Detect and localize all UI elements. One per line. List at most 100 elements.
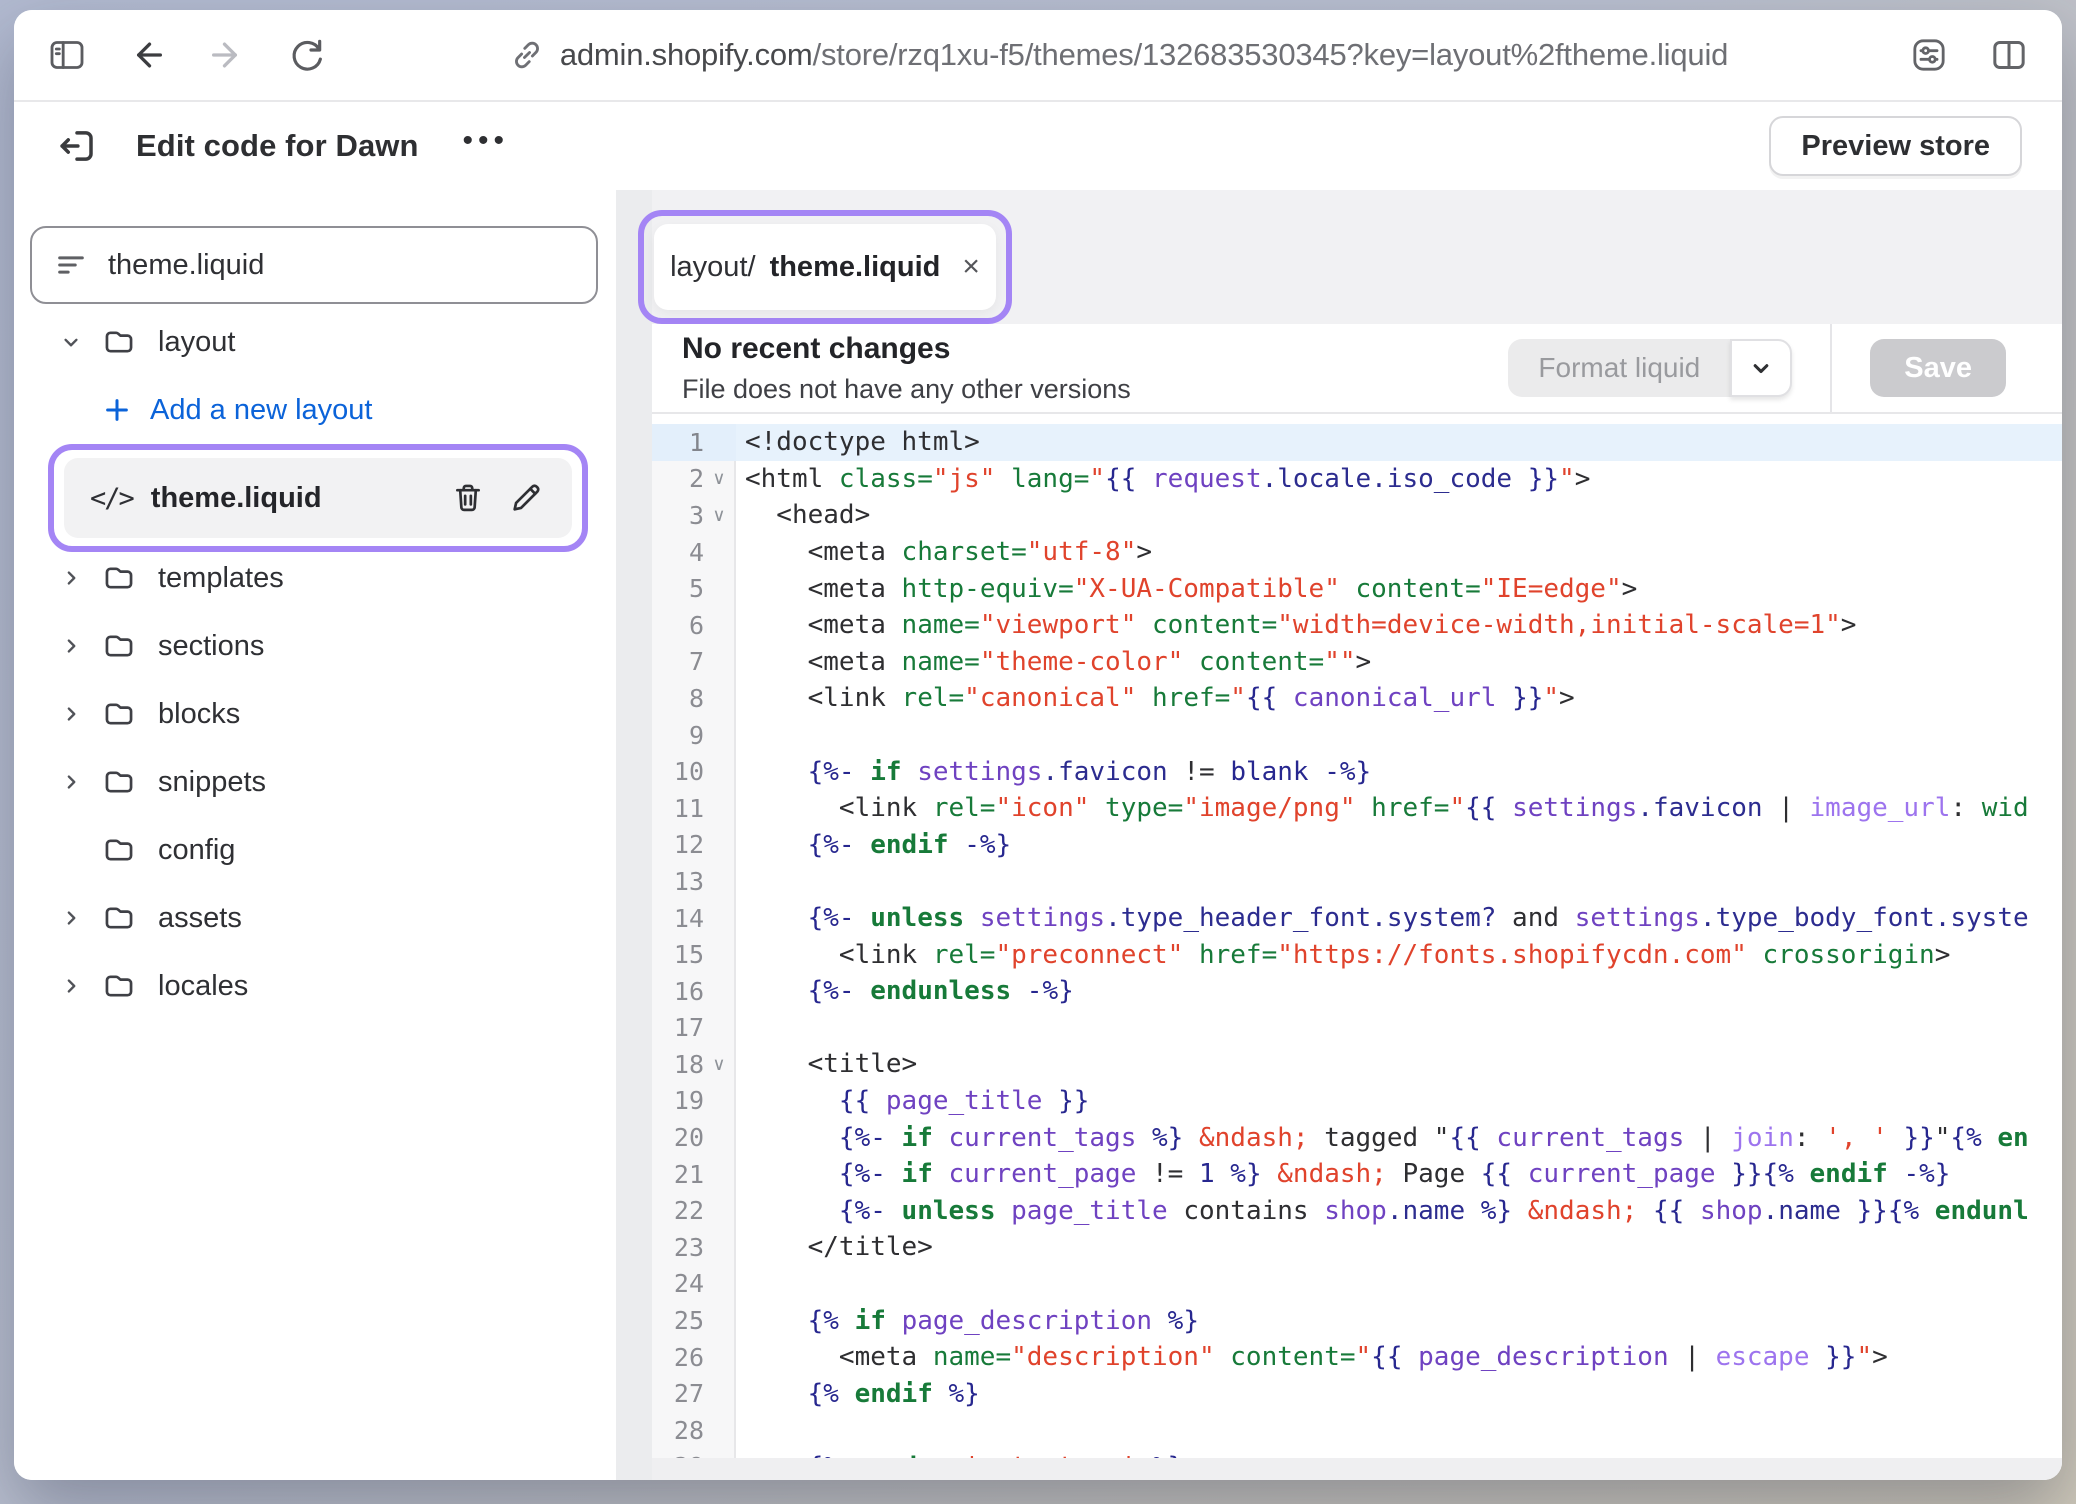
code-line[interactable]: 25 {% if page_description %} bbox=[652, 1302, 2062, 1339]
delete-file-icon[interactable] bbox=[448, 478, 488, 518]
code-line-text[interactable]: <!doctype html> bbox=[736, 424, 2062, 461]
code-line[interactable]: 9 bbox=[652, 717, 2062, 754]
tree-folder-locales[interactable]: locales bbox=[14, 952, 616, 1020]
code-line[interactable]: 20 {%- if current_tags %} &ndash; tagged… bbox=[652, 1119, 2062, 1156]
chevron-right-icon[interactable] bbox=[58, 769, 102, 795]
code-line-text[interactable]: {%- if current_tags %} &ndash; tagged "{… bbox=[736, 1119, 2062, 1156]
code-line[interactable]: 24 bbox=[652, 1266, 2062, 1303]
tree-folder-config[interactable]: config bbox=[14, 816, 616, 884]
tree-folder-layout[interactable]: layout bbox=[14, 308, 616, 376]
code-line-text[interactable]: {{ page_title }} bbox=[736, 1083, 2062, 1120]
address-bar[interactable]: admin.shopify.com/store/rzq1xu-f5/themes… bbox=[330, 36, 1906, 74]
code-line-text[interactable]: {%- endif -%} bbox=[736, 827, 2062, 864]
code-line-text[interactable]: <meta http-equiv="X-UA-Compatible" conte… bbox=[736, 570, 2062, 607]
code-line-text[interactable] bbox=[736, 717, 2062, 754]
code-line-text[interactable]: {% endif %} bbox=[736, 1375, 2062, 1412]
tab-theme-liquid[interactable]: layout/theme.liquid × bbox=[654, 224, 996, 310]
code-line[interactable]: 3∨ <head> bbox=[652, 497, 2062, 534]
save-button[interactable]: Save bbox=[1870, 339, 2006, 397]
code-line[interactable]: 29 {% render 'meta-tags' %} bbox=[652, 1449, 2062, 1458]
chevron-right-icon[interactable] bbox=[58, 701, 102, 727]
code-line[interactable]: 19 {{ page_title }} bbox=[652, 1083, 2062, 1120]
code-line-text[interactable] bbox=[736, 1412, 2062, 1449]
tree-folder-blocks[interactable]: blocks bbox=[14, 680, 616, 748]
code-line[interactable]: 5 <meta http-equiv="X-UA-Compatible" con… bbox=[652, 570, 2062, 607]
chevron-right-icon[interactable] bbox=[58, 565, 102, 591]
fold-chevron-icon[interactable]: ∨ bbox=[704, 468, 734, 489]
code-line[interactable]: 21 {%- if current_page != 1 %} &ndash; P… bbox=[652, 1156, 2062, 1193]
chevron-right-icon[interactable] bbox=[58, 905, 102, 931]
format-liquid-dropdown[interactable] bbox=[1730, 339, 1792, 397]
code-line[interactable]: 28 bbox=[652, 1412, 2062, 1449]
code-line-text[interactable]: </title> bbox=[736, 1229, 2062, 1266]
tree-folder-snippets[interactable]: snippets bbox=[14, 748, 616, 816]
chevron-down-icon[interactable] bbox=[58, 329, 102, 355]
code-line-text[interactable]: {%- unless page_title contains shop.name… bbox=[736, 1192, 2062, 1229]
preview-store-button[interactable]: Preview store bbox=[1769, 116, 2022, 176]
code-line-text[interactable]: <meta charset="utf-8"> bbox=[736, 534, 2062, 571]
tree-folder-templates[interactable]: templates bbox=[14, 544, 616, 612]
back-icon[interactable] bbox=[124, 32, 170, 78]
more-menu-icon[interactable]: ••• bbox=[463, 126, 510, 166]
link-icon bbox=[508, 36, 546, 74]
forward-icon[interactable] bbox=[204, 32, 250, 78]
code-line[interactable]: 17 bbox=[652, 1010, 2062, 1047]
code-line-text[interactable]: {%- endunless -%} bbox=[736, 973, 2062, 1010]
tree-label: locales bbox=[158, 970, 248, 1003]
code-line-text[interactable] bbox=[736, 863, 2062, 900]
code-line[interactable]: 10 {%- if settings.favicon != blank -%} bbox=[652, 753, 2062, 790]
code-line-text[interactable]: {%- if settings.favicon != blank -%} bbox=[736, 753, 2062, 790]
tree-folder-assets[interactable]: assets bbox=[14, 884, 616, 952]
code-line-text[interactable]: {% render 'meta-tags' %} bbox=[736, 1449, 2062, 1458]
code-line[interactable]: 13 bbox=[652, 863, 2062, 900]
tree-folder-sections[interactable]: sections bbox=[14, 612, 616, 680]
code-line[interactable]: 16 {%- endunless -%} bbox=[652, 973, 2062, 1010]
code-line[interactable]: 22 {%- unless page_title contains shop.n… bbox=[652, 1192, 2062, 1229]
code-line-text[interactable]: {%- unless settings.type_header_font.sys… bbox=[736, 900, 2062, 937]
chevron-right-icon[interactable] bbox=[58, 973, 102, 999]
code-line[interactable]: 1<!doctype html> bbox=[652, 424, 2062, 461]
reload-icon[interactable] bbox=[284, 32, 330, 78]
code-line[interactable]: 4 <meta charset="utf-8"> bbox=[652, 534, 2062, 571]
code-line-text[interactable]: <title> bbox=[736, 1046, 2062, 1083]
code-line[interactable]: 23 </title> bbox=[652, 1229, 2062, 1266]
code-line-text[interactable]: {%- if current_page != 1 %} &ndash; Page… bbox=[736, 1156, 2062, 1193]
fold-chevron-icon[interactable]: ∨ bbox=[704, 505, 734, 526]
page-settings-icon[interactable] bbox=[1906, 32, 1952, 78]
file-search-input[interactable]: theme.liquid bbox=[30, 226, 598, 304]
code-line-text[interactable]: <meta name="theme-color" content=""> bbox=[736, 644, 2062, 681]
split-view-icon[interactable] bbox=[1986, 32, 2032, 78]
code-line-text[interactable]: <meta name="viewport" content="width=dev… bbox=[736, 607, 2062, 644]
code-line-text[interactable]: <html class="js" lang="{{ request.locale… bbox=[736, 461, 2062, 498]
sidebar-toggle-icon[interactable] bbox=[44, 32, 90, 78]
code-line[interactable]: 11 <link rel="icon" type="image/png" hre… bbox=[652, 790, 2062, 827]
code-line[interactable]: 7 <meta name="theme-color" content=""> bbox=[652, 644, 2062, 681]
rename-file-icon[interactable] bbox=[506, 478, 546, 518]
code-line-text[interactable]: <meta name="description" content="{{ pag… bbox=[736, 1339, 2062, 1376]
code-line-text[interactable]: {% if page_description %} bbox=[736, 1302, 2062, 1339]
code-line[interactable]: 12 {%- endif -%} bbox=[652, 827, 2062, 864]
code-editor[interactable]: 1<!doctype html>2∨<html class="js" lang=… bbox=[652, 412, 2062, 1458]
file-item-theme-liquid[interactable]: </> theme.liquid bbox=[64, 458, 572, 538]
code-line-text[interactable] bbox=[736, 1266, 2062, 1303]
chevron-right-icon[interactable] bbox=[58, 633, 102, 659]
code-line[interactable]: 26 <meta name="description" content="{{ … bbox=[652, 1339, 2062, 1376]
close-icon[interactable]: × bbox=[962, 252, 980, 282]
code-line[interactable]: 18∨ <title> bbox=[652, 1046, 2062, 1083]
code-line-text[interactable]: <link rel="canonical" href="{{ canonical… bbox=[736, 680, 2062, 717]
line-number-gutter: 15 bbox=[652, 936, 736, 973]
add-new-layout-button[interactable]: Add a new layout bbox=[14, 376, 616, 444]
code-line[interactable]: 8 <link rel="canonical" href="{{ canonic… bbox=[652, 680, 2062, 717]
code-line[interactable]: 6 <meta name="viewport" content="width=d… bbox=[652, 607, 2062, 644]
code-line[interactable]: 14 {%- unless settings.type_header_font.… bbox=[652, 900, 2062, 937]
exit-icon[interactable] bbox=[54, 123, 100, 169]
code-line[interactable]: 2∨<html class="js" lang="{{ request.loca… bbox=[652, 461, 2062, 498]
code-line-text[interactable] bbox=[736, 1010, 2062, 1047]
code-line-text[interactable]: <head> bbox=[736, 497, 2062, 534]
code-line-text[interactable]: <link rel="icon" type="image/png" href="… bbox=[736, 790, 2062, 827]
fold-chevron-icon[interactable]: ∨ bbox=[704, 1054, 734, 1075]
code-line[interactable]: 27 {% endif %} bbox=[652, 1375, 2062, 1412]
code-line[interactable]: 15 <link rel="preconnect" href="https://… bbox=[652, 936, 2062, 973]
format-liquid-button[interactable]: Format liquid bbox=[1508, 339, 1730, 397]
code-line-text[interactable]: <link rel="preconnect" href="https://fon… bbox=[736, 936, 2062, 973]
